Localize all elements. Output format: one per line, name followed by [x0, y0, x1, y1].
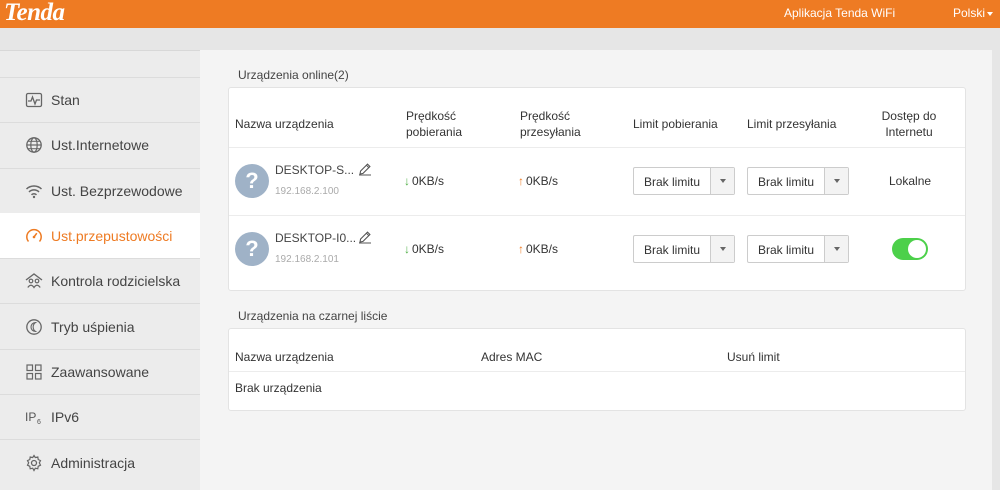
- device-unknown-icon: ?: [235, 164, 269, 198]
- sidebar-item-wireless[interactable]: Ust. Bezprzewodowe: [0, 167, 200, 213]
- col-device-name: Nazwa urządzenia: [235, 350, 334, 364]
- sidebar-item-label: Administracja: [51, 454, 136, 471]
- col-remove-limit: Usuń limit: [727, 350, 780, 364]
- blacklist-table: Nazwa urządzenia Adres MAC Usuń limit Br…: [228, 328, 966, 411]
- sidebar-item-bandwidth[interactable]: Ust.przepustowości: [0, 212, 200, 259]
- device-ip: 192.168.2.100: [275, 186, 339, 197]
- select-value: Brak limitu: [758, 243, 815, 257]
- toggle-knob: [908, 240, 926, 258]
- chevron-down-icon[interactable]: [824, 168, 848, 194]
- chevron-down-icon[interactable]: [710, 168, 734, 194]
- upload-limit-select[interactable]: Brak limitu: [747, 235, 849, 263]
- internet-access-status: Lokalne: [889, 174, 932, 188]
- app-link[interactable]: Aplikacja Tenda WiFi: [784, 6, 895, 20]
- sidebar-item-label: Ust.przepustowości: [51, 228, 173, 245]
- sidebar-item-label: Tryb uśpienia: [51, 318, 135, 335]
- col-upload-limit: Limit przesyłania: [747, 117, 837, 131]
- language-label: Polski: [953, 6, 986, 20]
- device-ip: 192.168.2.101: [275, 254, 339, 265]
- sidebar-item-label: Ust. Bezprzewodowe: [51, 182, 183, 199]
- sidebar-item-label: Zaawansowane: [51, 363, 150, 380]
- download-speed: ↓ 0KB/s: [404, 174, 445, 188]
- sidebar-item-advanced[interactable]: Zaawansowane: [0, 348, 200, 394]
- caret-down-icon: [987, 11, 994, 16]
- download-arrow-icon: ↓: [404, 174, 410, 188]
- select-value: Brak limitu: [758, 175, 815, 189]
- sidebar-item-internet[interactable]: Ust.Internetowe: [0, 122, 200, 167]
- speedometer-icon: [24, 226, 44, 246]
- table-row: ? DESKTOP-S... 192.168.2.100 ↓ 0KB/s ↑ 0KB…: [229, 148, 965, 216]
- gear-icon: [24, 453, 44, 473]
- upload-speed: ↑ 0KB/s: [518, 174, 559, 188]
- col-mac-address: Adres MAC: [481, 350, 543, 364]
- table-header: Nazwa urządzenia Adres MAC Usuń limit: [229, 329, 965, 372]
- grid-icon: [24, 362, 44, 382]
- download-speed: ↓ 0KB/s: [404, 242, 445, 256]
- upload-arrow-icon: ↑: [518, 174, 524, 188]
- sidebar-item-administration[interactable]: Administracja: [0, 439, 200, 484]
- select-value: Brak limitu: [644, 175, 701, 189]
- device-name: DESKTOP-S...: [275, 163, 355, 177]
- sidebar-item-ipv6[interactable]: IP 6 IPv6: [0, 394, 200, 439]
- download-arrow-icon: ↓: [404, 242, 410, 256]
- col-device-name: Nazwa urządzenia: [235, 117, 334, 131]
- select-value: Brak limitu: [644, 243, 701, 257]
- device-name: DESKTOP-I0...: [275, 231, 357, 245]
- col-internet-access: Dostęp do Internetu: [881, 109, 937, 139]
- sidebar: Stan Ust.Internetowe Ust. Bezprzewodowe …: [0, 50, 200, 490]
- wifi-icon: [24, 181, 44, 201]
- sidebar-item-parental[interactable]: Kontrola rodzicielska: [0, 258, 200, 303]
- globe-icon: [24, 135, 44, 155]
- col-upload-speed: Prędkość przesyłania: [520, 109, 581, 139]
- table-row: ? DESKTOP-I0... 192.168.2.101 ↓ 0KB/s ↑ 0K…: [229, 216, 965, 284]
- col-download-speed: Prędkość pobierania: [406, 109, 463, 139]
- pulse-icon: [24, 90, 44, 110]
- sidebar-item-label: Stan: [51, 92, 80, 109]
- online-devices-title: Urządzenia online(2): [238, 68, 349, 82]
- online-devices-table: Nazwa urządzenia Prędkość pobierania Pręd…: [228, 87, 966, 291]
- sidebar-item-label: IPv6: [51, 409, 80, 426]
- table-header: Nazwa urządzenia Prędkość pobierania Pręd…: [229, 88, 965, 148]
- sidebar-item-status[interactable]: Stan: [0, 77, 200, 122]
- empty-state-text: Brak urządzenia: [235, 381, 322, 395]
- tenda-logo: Tenda: [4, 0, 65, 26]
- upload-arrow-icon: ↑: [518, 242, 524, 256]
- main-content: Urządzenia online(2) Nazwa urządzenia Pr…: [200, 50, 992, 490]
- sidebar-item-sleep[interactable]: Tryb uśpienia: [0, 303, 200, 348]
- sleep-icon: [24, 317, 44, 337]
- device-unknown-icon: ?: [235, 232, 269, 266]
- ipv6-icon: IP 6: [24, 407, 44, 427]
- sidebar-item-label: Ust.Internetowe: [51, 137, 150, 154]
- blacklist-title: Urządzenia na czarnej liście: [238, 309, 388, 323]
- chevron-down-icon[interactable]: [824, 236, 848, 262]
- download-limit-select[interactable]: Brak limitu: [633, 167, 735, 195]
- pencil-icon[interactable]: [358, 162, 372, 176]
- sidebar-item-label: Kontrola rodzicielska: [51, 273, 181, 290]
- top-bar: Tenda Aplikacja Tenda WiFi Polski: [0, 0, 1000, 28]
- download-limit-select[interactable]: Brak limitu: [633, 235, 735, 263]
- upload-limit-select[interactable]: Brak limitu: [747, 167, 849, 195]
- pencil-icon[interactable]: [358, 230, 372, 244]
- chevron-down-icon[interactable]: [710, 236, 734, 262]
- internet-access-toggle[interactable]: [892, 238, 928, 260]
- upload-speed: ↑ 0KB/s: [518, 242, 559, 256]
- svg-text:6: 6: [37, 419, 41, 426]
- language-select[interactable]: Polski: [953, 6, 994, 20]
- col-download-limit: Limit pobierania: [633, 117, 718, 131]
- family-icon: [24, 271, 44, 291]
- svg-text:IP: IP: [25, 410, 36, 424]
